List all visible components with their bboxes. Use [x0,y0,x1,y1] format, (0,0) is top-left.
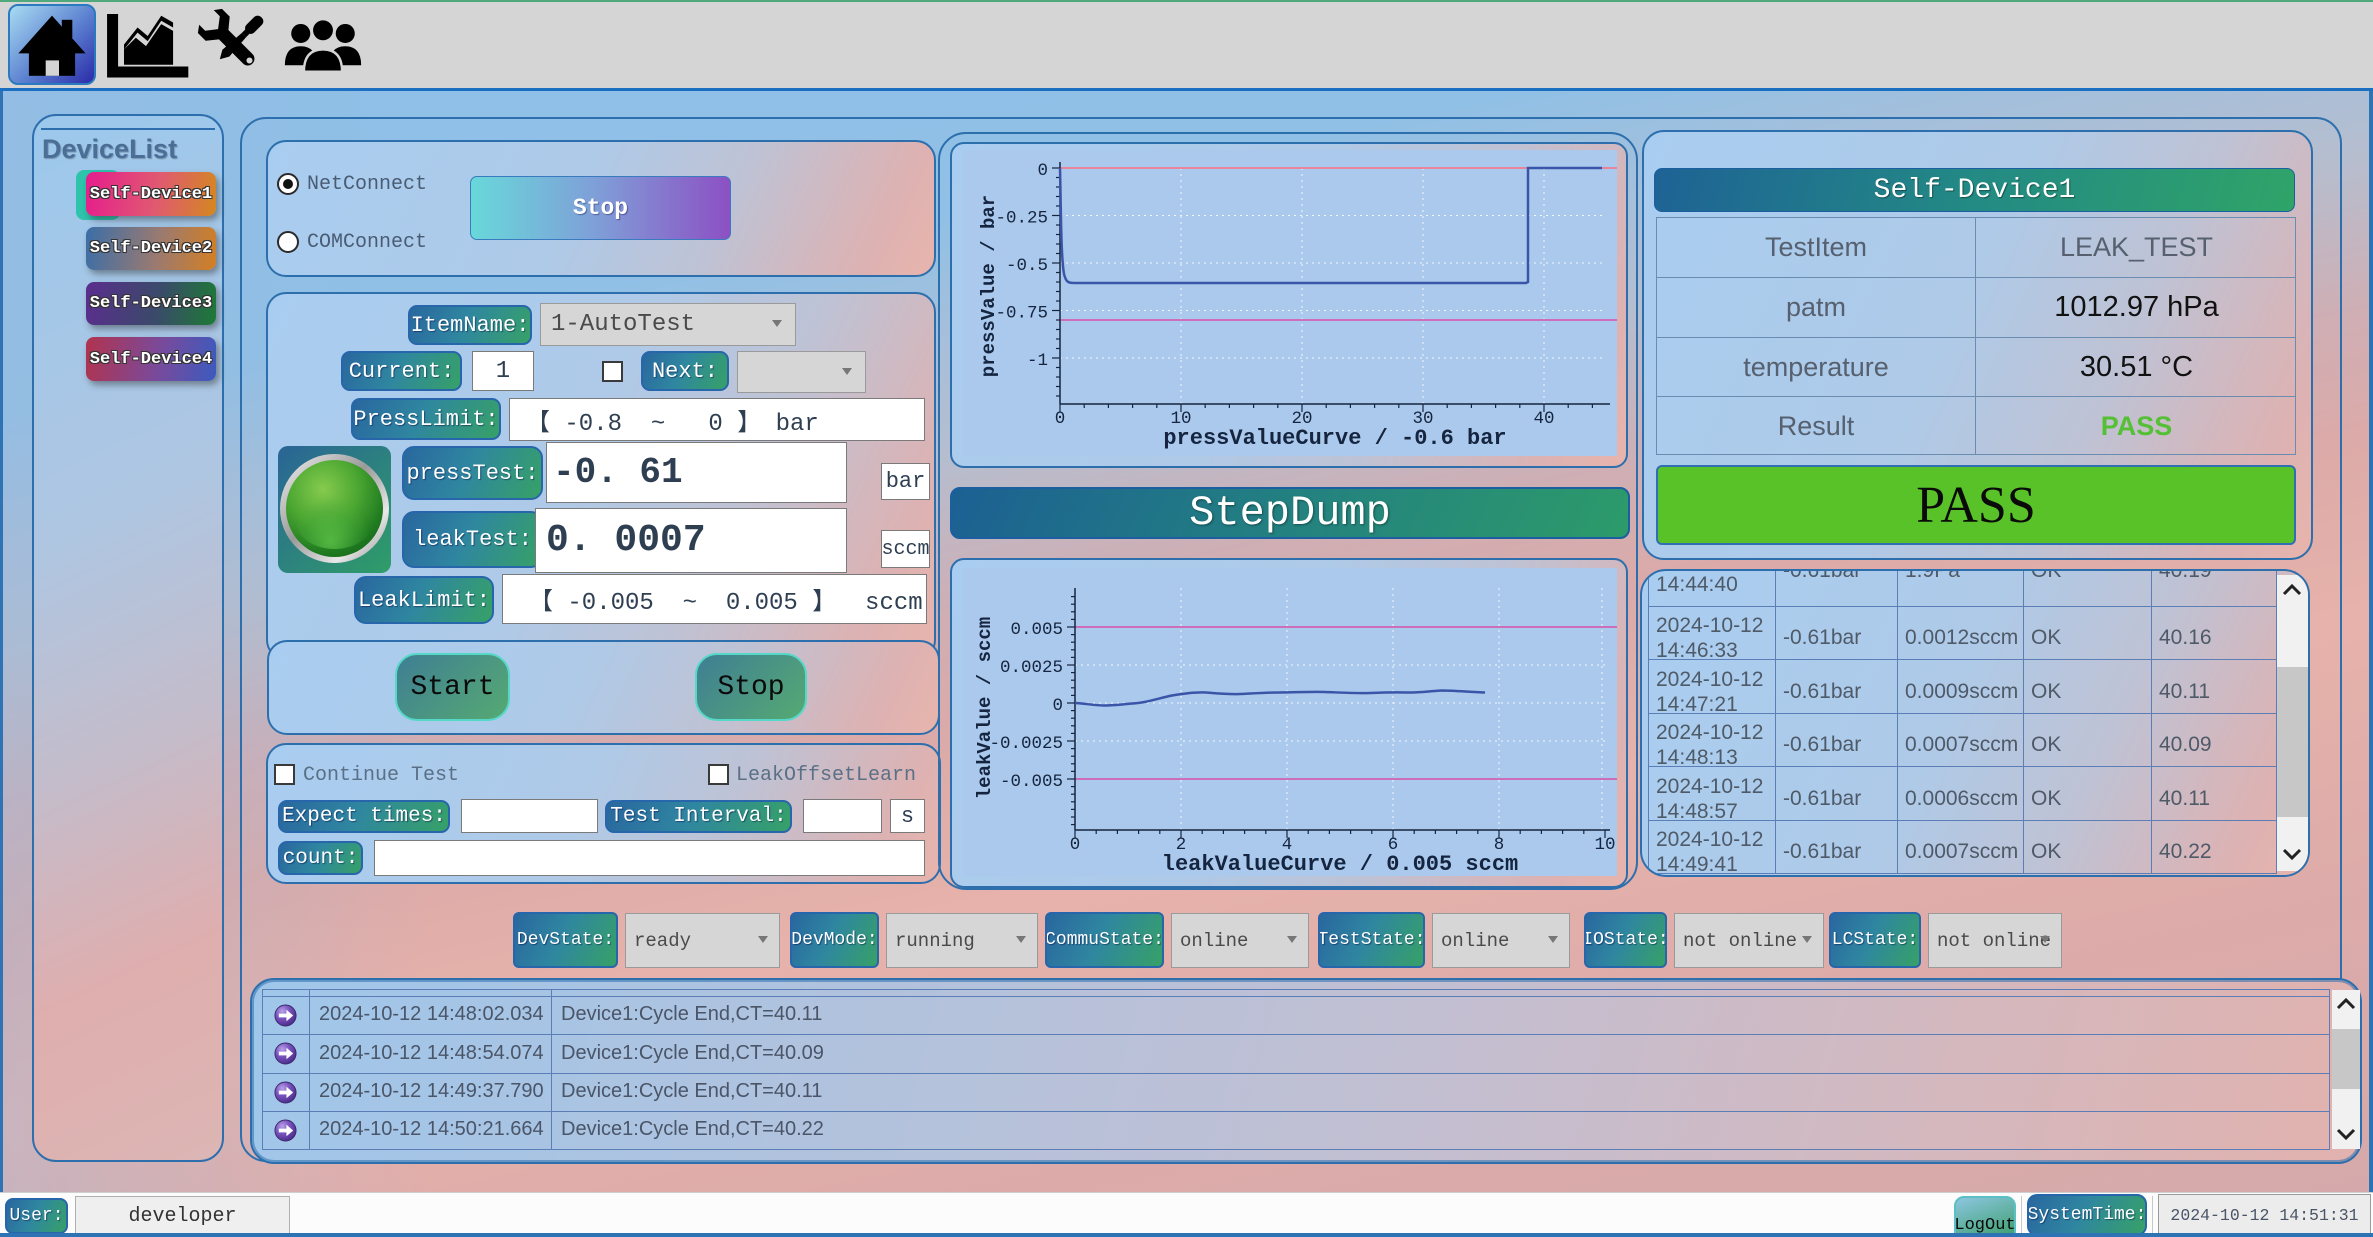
svg-text:pressValue / bar: pressValue / bar [978,195,1000,377]
svg-text:-1: -1 [1027,351,1048,371]
svg-text:leakValue / sccm: leakValue / sccm [974,617,996,799]
svg-text:0: 0 [1037,161,1048,181]
svg-text:0: 0 [1070,835,1081,855]
svg-text:0.005: 0.005 [1010,620,1063,640]
svg-text:-0.75: -0.75 [995,304,1048,324]
svg-text:40: 40 [1533,409,1554,429]
svg-text:0: 0 [1055,409,1066,429]
svg-text:-0.25: -0.25 [995,209,1048,229]
svg-text:-0.005: -0.005 [1000,772,1063,792]
svg-text:0: 0 [1052,696,1063,716]
svg-text:leakValueCurve / 0.005 sccm: leakValueCurve / 0.005 sccm [1162,852,1518,877]
svg-text:-0.5: -0.5 [1006,256,1048,276]
svg-text:0.0025: 0.0025 [1000,658,1063,678]
svg-text:pressValueCurve / -0.6 bar: pressValueCurve / -0.6 bar [1163,426,1506,451]
svg-text:-0.0025: -0.0025 [989,734,1063,754]
svg-text:10: 10 [1594,835,1615,855]
